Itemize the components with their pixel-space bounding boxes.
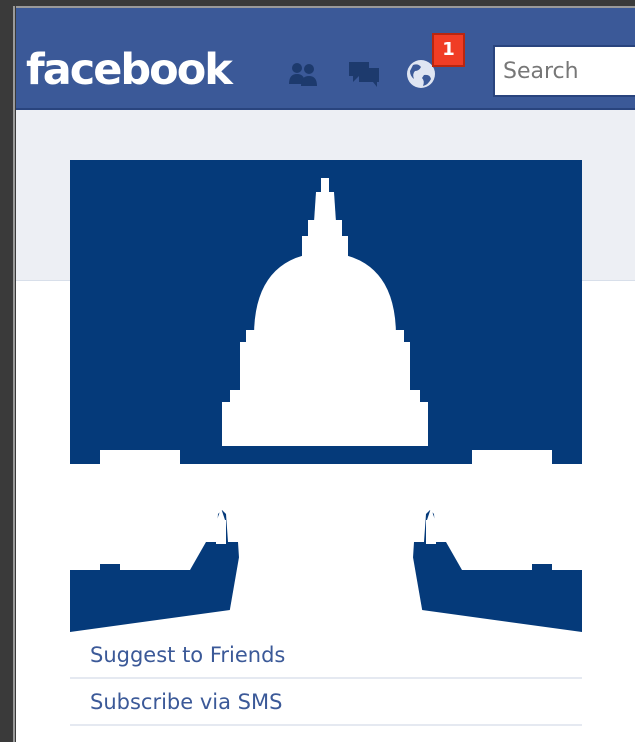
top-navigation-bar: facebook 1 <box>16 8 635 110</box>
search-input[interactable] <box>495 47 635 95</box>
facebook-page: facebook 1 Search Suggest to Friends Sub… <box>16 8 635 742</box>
window-frame-top <box>0 0 635 8</box>
subscribe-via-sms-link[interactable]: Subscribe via SMS <box>90 690 282 714</box>
friend-requests-icon[interactable] <box>284 56 324 92</box>
capitol-dome-icon <box>70 160 582 632</box>
cropped-background-text: ! <box>0 612 14 682</box>
notification-count-badge[interactable]: 1 <box>432 33 465 67</box>
messages-icon[interactable] <box>344 56 384 92</box>
suggest-to-friends-link[interactable]: Suggest to Friends <box>90 643 285 667</box>
search-box[interactable] <box>493 45 635 97</box>
list-item: Suggest to Friends <box>70 632 582 679</box>
facebook-logo[interactable]: facebook <box>26 42 233 98</box>
profile-action-links: Suggest to Friends Subscribe via SMS <box>70 632 582 726</box>
list-item: Subscribe via SMS <box>70 679 582 726</box>
profile-picture[interactable] <box>70 160 582 632</box>
